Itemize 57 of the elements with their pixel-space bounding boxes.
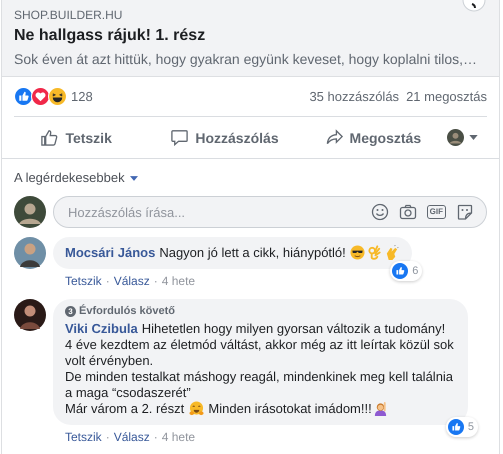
- sticker-icon[interactable]: [456, 203, 474, 221]
- hand-icon: [367, 245, 382, 260]
- like-button[interactable]: Tetszik: [2, 122, 150, 154]
- like-icon: [448, 419, 464, 435]
- comment-text: De minden testalkat máshogy reagál, mindenkinek meg kell találnia a maga “csodaszerét”: [65, 369, 454, 401]
- reaction-badge[interactable]: 5: [446, 417, 478, 437]
- comment-text: Viki Czibula Hihetetlen hogy milyen gyorsan változik a tudomány! 4 éve kezdtem az életmód váltást, akkor még az itt leírtak közül sok volt érvényben.: [65, 321, 455, 369]
- avatar[interactable]: [446, 129, 464, 146]
- camera-icon[interactable]: [398, 203, 417, 221]
- reaction-count: 5: [468, 420, 474, 435]
- sunglasses-face-icon: [350, 245, 366, 260]
- share-count[interactable]: 21 megosztás: [406, 89, 487, 104]
- clapping-hands-icon: [384, 245, 400, 260]
- comment-time[interactable]: 4 hete: [162, 429, 196, 445]
- person-icon: [372, 401, 388, 416]
- link-domain: SHOP.BUILDER.HU: [14, 7, 124, 23]
- reply-link[interactable]: Válasz: [114, 273, 150, 289]
- avatar[interactable]: [14, 237, 46, 269]
- reaction-count[interactable]: 128: [71, 89, 93, 104]
- smiling-face-icon: [188, 401, 204, 416]
- separator-dot: ·: [154, 429, 158, 445]
- like-icon[interactable]: [14, 87, 33, 106]
- separator-dot: ·: [106, 273, 110, 289]
- separator-dot: ·: [106, 429, 110, 445]
- caret-icon[interactable]: [468, 135, 478, 140]
- reaction-badge[interactable]: 6: [390, 261, 422, 281]
- comment-text: Minden irásotokat imádom!!!: [207, 401, 372, 416]
- reply-link[interactable]: Válasz: [114, 429, 150, 445]
- caret-icon[interactable]: [130, 176, 138, 180]
- share-arrow-icon: [324, 128, 344, 147]
- comment-text: Már várom a 2. részt: [65, 401, 186, 416]
- comment-input[interactable]: Hozzászólás írása... GIF: [53, 196, 487, 228]
- like-link[interactable]: Tetszik: [65, 273, 102, 289]
- like-link[interactable]: Tetszik: [65, 429, 102, 445]
- smiley-icon[interactable]: [370, 203, 389, 221]
- comment-button[interactable]: Hozzászólás: [150, 122, 299, 154]
- link-title[interactable]: Ne hallgass rájuk! 1. rész: [14, 25, 487, 47]
- reaction-count: 6: [412, 264, 418, 279]
- link-description: Sok éven át azt hittük, hogy gyakran együnk keveset, hogy koplalni tilos,…: [14, 50, 478, 69]
- badge-icon: 3: [65, 306, 76, 316]
- avatar[interactable]: [14, 299, 46, 331]
- author-name[interactable]: Mocsári János: [65, 245, 156, 260]
- comment-time[interactable]: 4 hete: [162, 273, 196, 289]
- like-icon: [392, 263, 408, 279]
- thumbs-up-icon: [40, 128, 60, 147]
- comment-text: Nagyon jó lett a cikk, hiánypótló!: [159, 245, 347, 260]
- link-preview[interactable]: SHOP.BUILDER.HU Ne hallgass rájuk! 1. rész Sok éven át azt hittük, hogy gyakran együnk keveset, hogy koplalni tilos,…: [2, 0, 499, 77]
- gif-button[interactable]: GIF: [426, 205, 446, 219]
- badge-label: Évfordulós követő: [79, 303, 175, 319]
- share-button[interactable]: Megosztás: [298, 122, 447, 154]
- avatar[interactable]: [14, 196, 46, 228]
- sort-dropdown[interactable]: A legérdekesebbek: [14, 169, 125, 187]
- comment-count[interactable]: 35 hozzászólás: [309, 89, 400, 104]
- speech-bubble-icon: [170, 128, 190, 147]
- author-name[interactable]: Viki Czibula: [65, 321, 138, 336]
- separator-dot: ·: [154, 273, 158, 289]
- laughing-face-icon[interactable]: [48, 87, 67, 106]
